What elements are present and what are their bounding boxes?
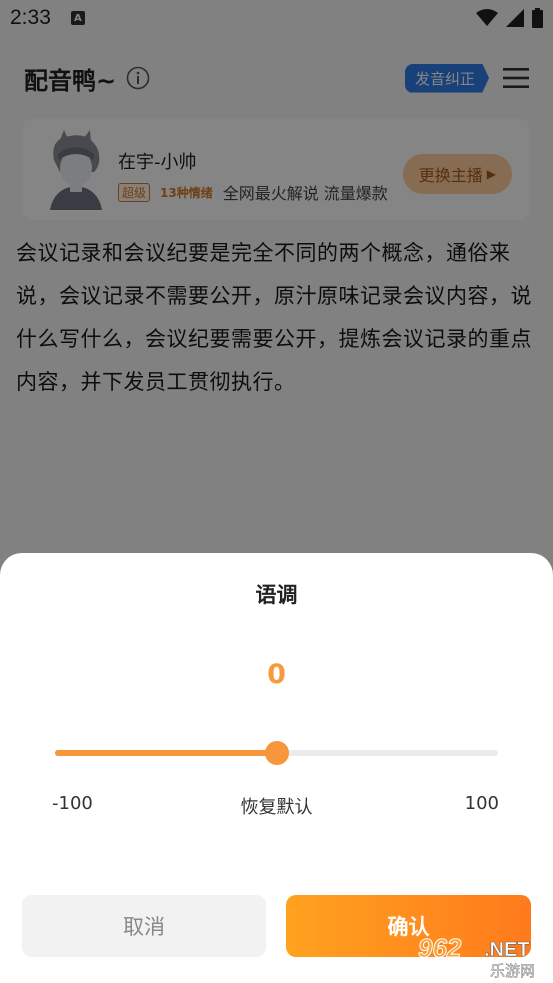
pitch-slider[interactable]	[55, 738, 498, 768]
slider-max-label: 100	[464, 793, 499, 814]
watermark-sitename: 乐游网	[490, 962, 535, 978]
pitch-sheet: 语调 0 -100 恢复默认 100 取消 确认	[0, 553, 553, 983]
slider-thumb[interactable]	[264, 741, 289, 765]
cancel-button[interactable]: 取消	[22, 895, 266, 957]
pitch-value: 0	[267, 659, 286, 690]
sheet-title: 语调	[255, 583, 298, 607]
site-watermark-logo: 962 .NET 乐游网	[418, 933, 536, 979]
watermark-suffix: .NET	[484, 939, 530, 961]
watermark-number: 962	[418, 933, 462, 963]
slider-fill	[55, 750, 277, 756]
